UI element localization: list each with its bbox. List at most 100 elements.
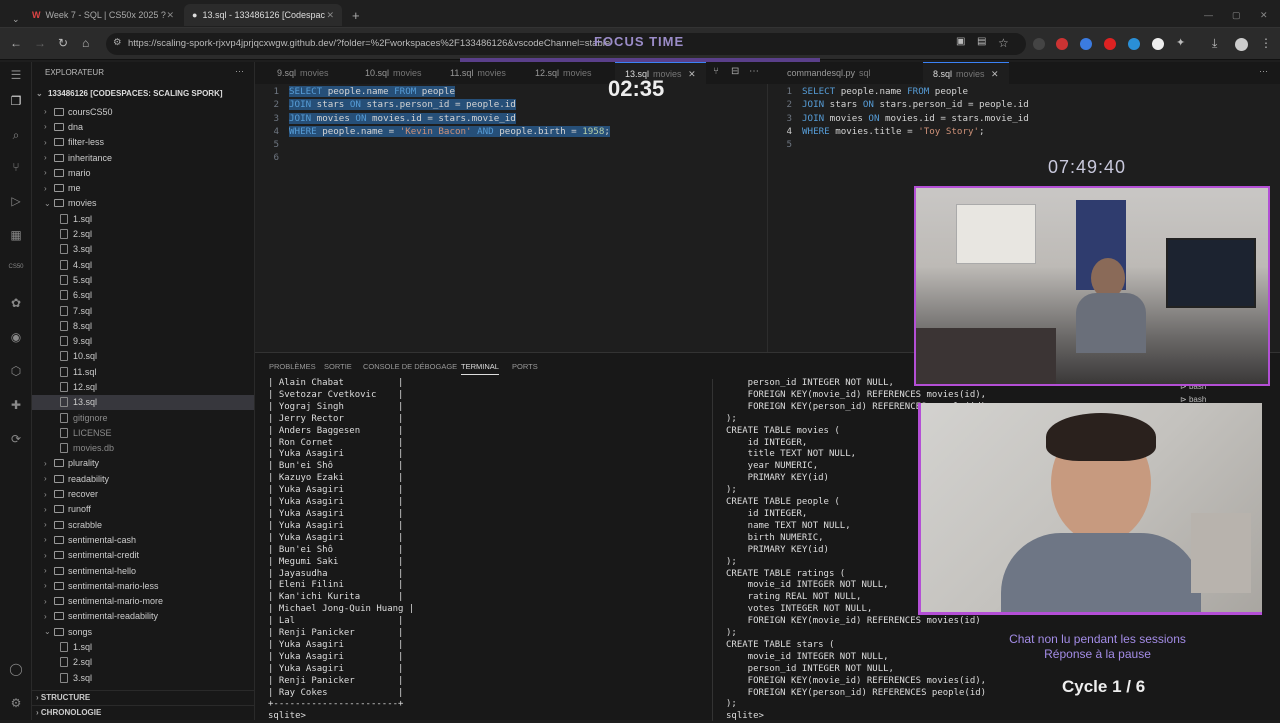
- file-item[interactable]: 3.sql: [32, 670, 254, 685]
- reload-icon[interactable]: ↻: [58, 36, 68, 50]
- editor-tab[interactable]: 11.sql movies: [440, 62, 516, 84]
- panel-tab[interactable]: TERMINAL: [461, 362, 499, 375]
- search-icon[interactable]: ⌕: [8, 128, 24, 144]
- editor-tab[interactable]: 10.sql movies: [355, 62, 432, 84]
- forward-icon[interactable]: →: [34, 36, 46, 50]
- github-icon[interactable]: ◉: [8, 330, 24, 346]
- folder-item[interactable]: › readability: [32, 471, 254, 486]
- browser-tab-13sql[interactable]: ● 13.sql - 133486126 [Codespac ✕: [184, 4, 342, 26]
- extension-icon[interactable]: [1152, 38, 1164, 50]
- more-actions-icon[interactable]: ⋯: [749, 66, 759, 77]
- explorer-icon[interactable]: ❐: [8, 94, 24, 110]
- account-icon[interactable]: ◯: [8, 662, 24, 678]
- download-icon[interactable]: ⤓: [1212, 36, 1217, 51]
- folder-item[interactable]: › filter-less: [32, 135, 254, 150]
- folder-item[interactable]: › sentimental-credit: [32, 548, 254, 563]
- settings-gear-icon[interactable]: ⚙: [8, 696, 24, 712]
- folder-item[interactable]: › plurality: [32, 456, 254, 471]
- file-item[interactable]: 1.sql: [32, 639, 254, 654]
- close-icon[interactable]: ✕: [991, 69, 999, 79]
- editor-tab[interactable]: 9.sql movies: [267, 62, 339, 84]
- extension-icon[interactable]: [1080, 38, 1092, 50]
- editor-tab[interactable]: 12.sql movies: [525, 62, 602, 84]
- browser-tab-week7[interactable]: W Week 7 - SQL | CS50x 2025 ? ✕: [24, 4, 182, 26]
- folder-item[interactable]: › sentimental-mario-more: [32, 594, 254, 609]
- panel-tab[interactable]: PORTS: [512, 362, 538, 371]
- file-item[interactable]: 4.sql: [32, 257, 254, 272]
- folder-item[interactable]: › sentimental-mario-less: [32, 578, 254, 593]
- section-chronologie[interactable]: › CHRONOLOGIE: [32, 705, 255, 720]
- remote-icon[interactable]: ⬡: [8, 364, 24, 380]
- more-actions-icon[interactable]: ···: [1259, 66, 1268, 76]
- run-debug-icon[interactable]: ▷: [8, 194, 24, 210]
- folder-item[interactable]: › sentimental-readability: [32, 609, 254, 624]
- extension-icon[interactable]: [1056, 38, 1068, 50]
- file-item[interactable]: 6.sql: [32, 288, 254, 303]
- extensions-puzzle-icon[interactable]: ✦: [1176, 36, 1185, 49]
- bookmark-star-icon[interactable]: ☆: [998, 36, 1009, 50]
- extension-icon[interactable]: [1128, 38, 1140, 50]
- extension-icon[interactable]: [1104, 38, 1116, 50]
- maximize-button[interactable]: ▢: [1224, 4, 1249, 26]
- file-item[interactable]: 10.sql: [32, 349, 254, 364]
- install-icon[interactable]: ▣: [956, 36, 965, 47]
- extensions-icon[interactable]: ▦: [8, 228, 24, 244]
- editor-right[interactable]: 1 SELECT people.name FROM people 2 JOIN sta…: [768, 85, 1028, 151]
- file-item[interactable]: 13.sql: [32, 394, 254, 410]
- editor-tab[interactable]: commandesql.py sql: [777, 62, 881, 84]
- file-item[interactable]: 3.sql: [32, 242, 254, 257]
- close-icon[interactable]: ✕: [166, 10, 174, 21]
- folder-item[interactable]: › scrabble: [32, 517, 254, 532]
- python-icon[interactable]: ✚: [8, 398, 24, 414]
- panel-tab[interactable]: SORTIE: [324, 362, 352, 371]
- split-editor-icon[interactable]: ⊟: [731, 66, 739, 77]
- live-share-icon[interactable]: ⟳: [8, 432, 24, 448]
- folder-item[interactable]: › runoff: [32, 502, 254, 517]
- panel-tab[interactable]: PROBLÈMES: [269, 362, 316, 371]
- close-window-button[interactable]: ✕: [1252, 4, 1276, 26]
- url-field[interactable]: ⚙ https://scaling-spork-rjxvp4jprjqcxwgw…: [106, 33, 1026, 55]
- file-item[interactable]: gitignore: [32, 410, 254, 425]
- source-control-icon[interactable]: ⑂: [8, 160, 24, 176]
- home-icon[interactable]: ⌂: [82, 36, 89, 50]
- folder-item[interactable]: › sentimental-cash: [32, 532, 254, 547]
- file-item[interactable]: movies.db: [32, 441, 254, 456]
- menu-icon[interactable]: ☰: [8, 68, 24, 84]
- folder-item[interactable]: › dna: [32, 119, 254, 134]
- file-item[interactable]: LICENSE: [32, 425, 254, 440]
- brain-icon[interactable]: ✿: [8, 296, 24, 312]
- folder-item[interactable]: › coursCS50: [32, 104, 254, 119]
- workspace-root[interactable]: ⌄ 133486126 [CODESPACES: SCALING SPORK]: [32, 86, 254, 104]
- more-actions-icon[interactable]: ···: [235, 66, 244, 76]
- minimize-button[interactable]: —: [1196, 4, 1221, 26]
- file-item[interactable]: 5.sql: [32, 272, 254, 287]
- panel-tab[interactable]: CONSOLE DE DÉBOGAGE: [363, 362, 457, 371]
- file-item[interactable]: 11.sql: [32, 364, 254, 379]
- file-item[interactable]: 9.sql: [32, 333, 254, 348]
- file-item[interactable]: 1.sql: [32, 211, 254, 226]
- close-icon[interactable]: ✕: [326, 10, 334, 21]
- file-item[interactable]: 8.sql: [32, 318, 254, 333]
- compare-icon[interactable]: ⑂: [713, 66, 719, 77]
- editor-left[interactable]: 1 SELECT people.name FROM people 2 JOIN sta…: [255, 85, 610, 165]
- site-info-icon[interactable]: ⚙: [113, 37, 122, 48]
- folder-item[interactable]: ⌄ songs: [32, 624, 254, 639]
- menu-kebab-icon[interactable]: ⋮: [1260, 36, 1272, 50]
- back-icon[interactable]: ←: [10, 36, 22, 50]
- folder-item[interactable]: › me: [32, 180, 254, 195]
- cast-icon[interactable]: ▤: [977, 36, 986, 47]
- file-item[interactable]: 12.sql: [32, 379, 254, 394]
- terminal-output-left[interactable]: | Alain Chabat | | Svetozar Cvetkovic | …: [268, 378, 414, 723]
- extension-icon[interactable]: [1033, 38, 1045, 50]
- file-item[interactable]: 2.sql: [32, 226, 254, 241]
- folder-item[interactable]: › inheritance: [32, 150, 254, 165]
- folder-item[interactable]: ⌄ movies: [32, 196, 254, 211]
- file-item[interactable]: 2.sql: [32, 655, 254, 670]
- avatar[interactable]: [1235, 38, 1248, 51]
- folder-item[interactable]: › recover: [32, 486, 254, 501]
- section-structure[interactable]: › STRUCTURE: [32, 690, 255, 705]
- new-tab-button[interactable]: +: [344, 4, 368, 26]
- folder-item[interactable]: › sentimental-hello: [32, 563, 254, 578]
- folder-item[interactable]: › mario: [32, 165, 254, 180]
- editor-tab[interactable]: 8.sql movies ✕: [923, 62, 1009, 84]
